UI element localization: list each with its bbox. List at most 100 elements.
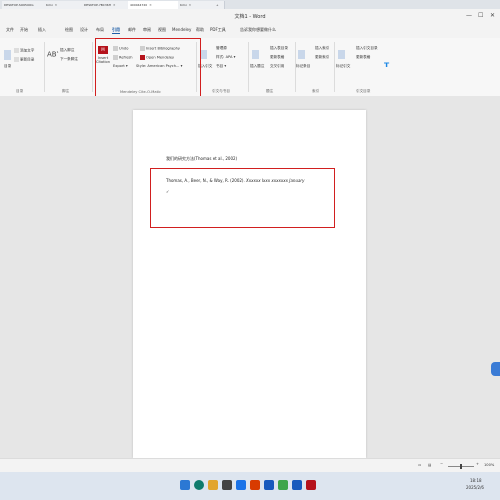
cross-reference-label: 交叉引用 — [270, 64, 285, 68]
tab-label: DESKTOP-7BC36H — [84, 3, 111, 7]
tab-help[interactable]: 帮助 — [196, 27, 204, 33]
app-icon[interactable] — [222, 480, 232, 490]
zoom-in-button[interactable]: + — [476, 462, 479, 466]
word-icon[interactable] — [264, 480, 274, 490]
insert-toa-label: 插入引文目录 — [356, 46, 378, 50]
maximize-icon[interactable]: ☐ — [478, 12, 483, 19]
mark-citation-button[interactable] — [338, 50, 346, 59]
zoom-out-button[interactable]: − — [440, 462, 443, 466]
bibliography-button[interactable]: 书目 ▾ — [216, 64, 226, 69]
mark-entry-label: 标记条目 — [296, 64, 311, 68]
cross-reference-button[interactable]: 交叉引用 — [270, 64, 284, 69]
tab-pdf-tools[interactable]: PDF工具 — [210, 27, 226, 33]
tab-review[interactable]: 审阅 — [143, 27, 151, 33]
browser-tab-strip: DESKTOP-SO65O0G Kimi ✕ DESKTOP-7BC36H ✕ 40… — [0, 0, 500, 9]
app-icon[interactable] — [278, 480, 288, 490]
update-toa-button[interactable]: 更新表格 — [356, 55, 370, 60]
explorer-icon[interactable] — [208, 480, 218, 490]
browser-tab-4[interactable]: 400044720 ✕ — [128, 1, 181, 9]
new-tab-button[interactable]: + — [214, 1, 225, 9]
mark-entry-button[interactable] — [298, 50, 306, 59]
citations-group-label: 引文与书目 — [212, 89, 230, 93]
insert-table-of-figures-button[interactable]: 插入表目录 — [270, 46, 288, 51]
tab-mailings[interactable]: 邮件 — [128, 27, 136, 33]
toc-label: 目录 — [4, 64, 12, 68]
manage-sources-label: 管理源 — [216, 46, 227, 50]
app-icon[interactable] — [236, 480, 246, 490]
toc-icon — [4, 50, 11, 60]
tab-home[interactable]: 开始 — [20, 27, 28, 33]
update-index-button[interactable]: 更新索引 — [315, 55, 329, 60]
next-footnote-button[interactable]: 下一条脚注 — [60, 57, 78, 62]
word-icon[interactable] — [292, 480, 302, 490]
citation-style-value: APA — [225, 55, 233, 59]
edge-icon[interactable] — [194, 480, 204, 490]
clock-time[interactable]: 18:18 — [470, 478, 482, 483]
browser-tab-1[interactable]: DESKTOP-SO65O0G — [2, 1, 47, 9]
close-icon[interactable]: ✕ — [490, 12, 495, 19]
insert-caption-button[interactable] — [252, 50, 260, 59]
ribbon-tab-bar: 文件 开始 插入 绘图 设计 布局 引用 邮件 审阅 视图 Mendeley 帮… — [0, 24, 500, 38]
tab-layout[interactable]: 布局 — [96, 27, 104, 33]
insert-index-button[interactable]: 插入索引 — [315, 46, 329, 51]
mark-citation-icon — [338, 50, 345, 59]
reference-highlight-box — [150, 168, 335, 228]
zoom-level[interactable]: 100% — [484, 463, 494, 467]
windows-taskbar: 18:18 2025/2/6 — [0, 472, 500, 500]
captions-group-label: 题注 — [266, 89, 274, 93]
add-text-label: 添加文字 — [20, 48, 35, 53]
citation-style-select[interactable]: 样式: APA ▾ — [216, 55, 235, 60]
tab-label: Kimi — [46, 3, 53, 7]
close-icon[interactable]: ✕ — [55, 3, 58, 7]
manage-sources-button[interactable]: 管理源 — [216, 46, 227, 51]
tab-mendeley[interactable]: Mendeley — [172, 27, 191, 32]
citation-style-label: 样式: — [216, 55, 225, 59]
tab-view[interactable]: 视图 — [158, 27, 166, 33]
document-page[interactable]: 我们的研究方法(Thomas et al., 2002) Thomas, A.,… — [133, 110, 366, 458]
browser-tab-2[interactable]: Kimi ✕ — [44, 1, 85, 9]
close-icon[interactable]: ✕ — [189, 3, 192, 7]
tab-file[interactable]: 文件 — [6, 27, 14, 33]
start-icon[interactable] — [180, 480, 190, 490]
window-title: 文档1 - Word — [234, 14, 266, 20]
footnote-icon[interactable]: AB1 — [47, 50, 59, 58]
minimize-icon[interactable]: — — [466, 12, 472, 19]
app-icon[interactable] — [250, 480, 260, 490]
insert-toa-button[interactable]: 插入引文目录 — [356, 46, 378, 51]
update-toc-label: 更新目录 — [20, 57, 35, 62]
addin-icon[interactable]: ᵀ — [384, 60, 389, 74]
insert-footnote-button[interactable]: 插入脚注 — [60, 48, 74, 53]
focus-mode-icon[interactable]: ▭ — [418, 463, 421, 467]
close-icon[interactable]: ✕ — [113, 3, 116, 7]
index-group-label: 索引 — [312, 89, 320, 93]
bibliography-label: 书目 — [216, 64, 224, 68]
toa-group-label: 引文目录 — [356, 89, 371, 93]
mark-entry-icon — [298, 50, 305, 59]
tab-label: Kimi — [180, 3, 187, 7]
browser-tab-3[interactable]: DESKTOP-7BC36H ✕ — [82, 1, 131, 9]
add-text-icon — [14, 48, 19, 53]
tab-draw[interactable]: 绘图 — [65, 27, 73, 33]
mark-citation-label: 标记引文 — [336, 64, 351, 68]
update-table-button[interactable]: 更新表格 — [270, 55, 284, 60]
document-line-1[interactable]: 我们的研究方法(Thomas et al., 2002) — [166, 156, 237, 162]
insert-index-label: 插入索引 — [315, 46, 330, 50]
tab-insert[interactable]: 插入 — [38, 27, 46, 33]
toc-button[interactable] — [4, 50, 12, 60]
insert-citation-cn-button[interactable] — [200, 50, 208, 59]
tell-me-search[interactable]: 告诉我你想要做什么 — [240, 27, 276, 33]
update-toc-button[interactable]: 更新目录 — [14, 57, 34, 63]
mendeley-icon[interactable] — [306, 480, 316, 490]
status-bar: ▭ ▤ − + 100% — [0, 458, 500, 473]
toc-group-label: 目录 — [16, 89, 24, 93]
zoom-slider-thumb[interactable] — [460, 464, 462, 469]
tab-references[interactable]: 引用 — [112, 27, 120, 34]
close-icon[interactable]: ✕ — [149, 3, 152, 7]
browser-tab-5[interactable]: Kimi ✕ — [178, 1, 217, 9]
add-text-button[interactable]: 添加文字 — [14, 48, 34, 54]
clock-date[interactable]: 2025/2/6 — [466, 485, 484, 490]
side-panel-toggle[interactable] — [491, 362, 500, 376]
caption-icon — [252, 50, 259, 59]
print-layout-icon[interactable]: ▤ — [428, 463, 431, 467]
tab-design[interactable]: 设计 — [80, 27, 88, 33]
